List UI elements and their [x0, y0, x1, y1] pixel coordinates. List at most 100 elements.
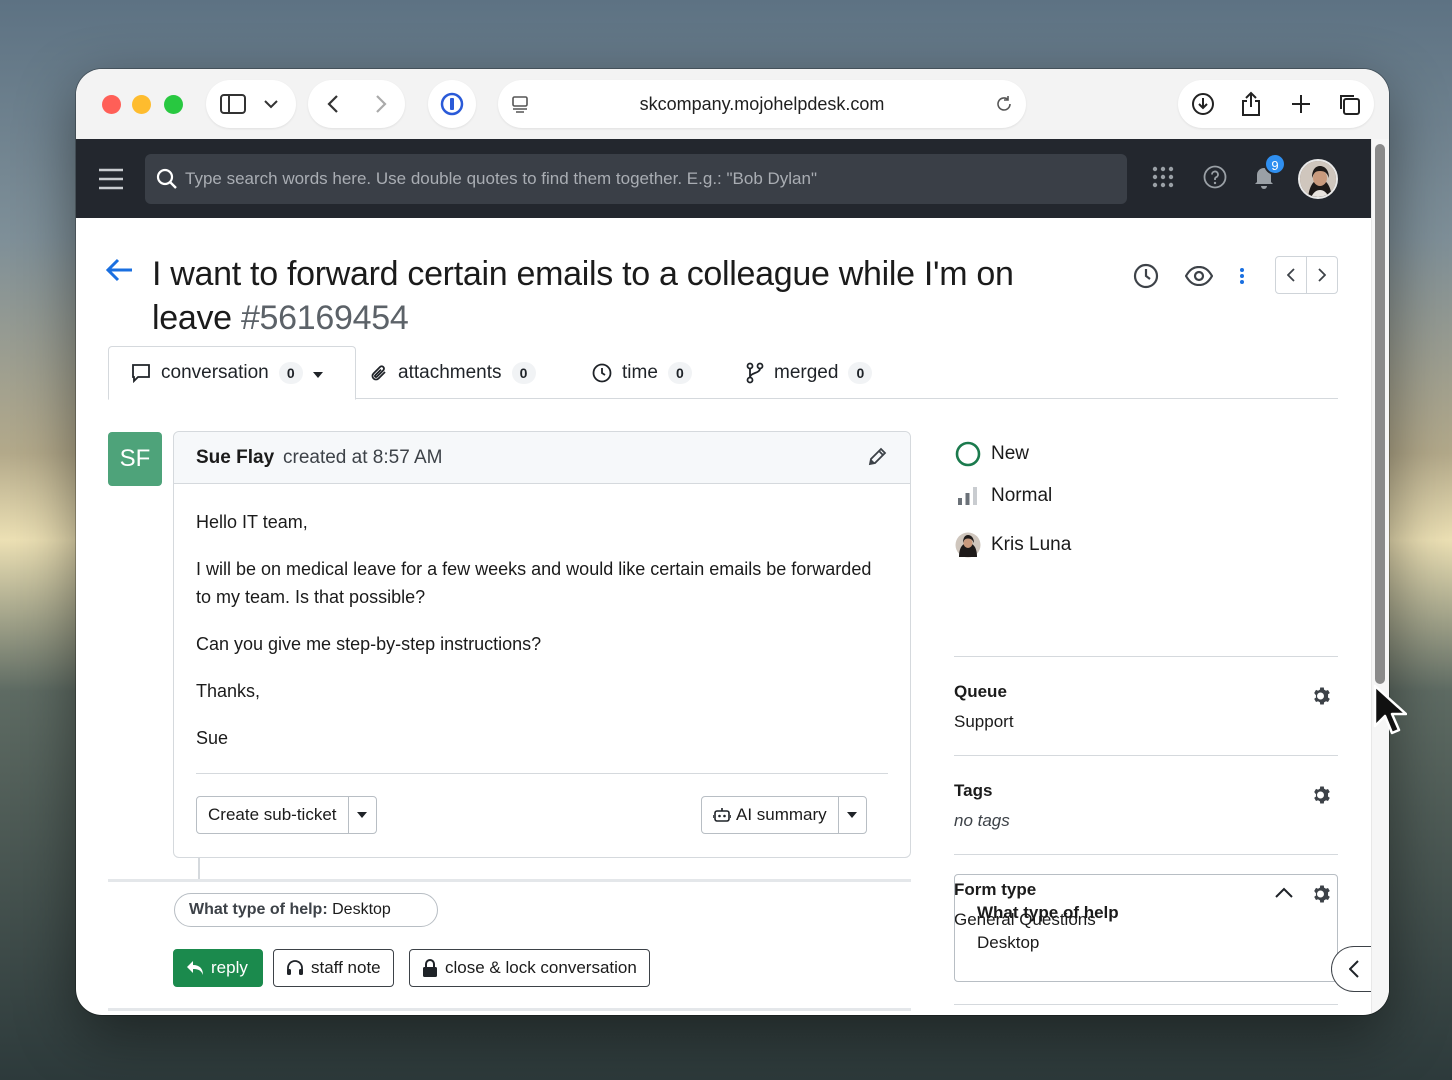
more-options-icon[interactable] — [1224, 258, 1260, 294]
ai-summary-label: AI summary — [736, 805, 827, 824]
divider — [196, 773, 888, 774]
divider — [108, 879, 911, 882]
tags-label: Tags — [954, 781, 993, 800]
tab-overview-icon[interactable] — [1336, 80, 1362, 128]
share-icon[interactable] — [1238, 80, 1264, 128]
tags-value: no tags — [954, 811, 1010, 830]
form-field-box: What type of help Desktop — [954, 874, 1338, 982]
message-line: Thanks, — [196, 681, 261, 701]
help-icon[interactable] — [1197, 159, 1233, 195]
minimize-window-button[interactable] — [132, 95, 151, 114]
queue-gear-icon[interactable] — [1312, 686, 1332, 711]
tab-count: 0 — [848, 361, 873, 384]
new-tab-icon[interactable] — [1288, 80, 1314, 128]
tab-count: 0 — [511, 361, 536, 384]
message-body: Hello IT team, I will be on medical leav… — [196, 508, 876, 771]
address-bar[interactable]: skcompany.mojohelpdesk.com — [498, 80, 1026, 128]
message-line: I will be on medical leave for a few wee… — [196, 559, 872, 607]
assignee-value: Kris Luna — [991, 534, 1072, 555]
comment-icon — [132, 364, 150, 383]
notification-count-badge: 9 — [1264, 153, 1286, 175]
status-circle-icon — [955, 441, 981, 467]
zoom-window-button[interactable] — [164, 95, 183, 114]
search-bar — [145, 154, 1127, 204]
back-icon[interactable] — [320, 80, 346, 128]
forward-icon[interactable] — [368, 80, 394, 128]
create-sub-ticket-split-button: Create sub-ticket — [196, 796, 377, 834]
scrollbar-thumb[interactable] — [1375, 144, 1385, 684]
history-nav-group — [308, 80, 405, 128]
message-header: Sue Flay created at 8:57 AM — [174, 432, 910, 484]
priority-value: Normal — [991, 485, 1053, 506]
tab-attachments[interactable]: attachments 0 — [370, 346, 536, 399]
reload-icon[interactable] — [992, 80, 1016, 128]
tab-label: merged — [774, 361, 839, 383]
status-value: New — [991, 443, 1030, 464]
divider — [954, 1004, 1338, 1005]
create-sub-ticket-button[interactable]: Create sub-ticket — [197, 797, 349, 833]
sidebar-toggle-group — [206, 80, 296, 128]
custom-field-chip: What type of help: Desktop — [174, 893, 438, 927]
edit-pencil-icon[interactable] — [868, 446, 888, 472]
reply-button[interactable]: reply — [173, 949, 263, 987]
ticket-tabs: conversation 0 attachments 0 time 0 merg… — [108, 346, 1338, 400]
browser-window: skcompany.mojohelpdesk.com Type search w… — [76, 69, 1389, 1015]
priority-selector[interactable]: Normal — [955, 485, 1052, 507]
user-avatar[interactable] — [1298, 159, 1338, 199]
hamburger-menu-icon[interactable] — [93, 161, 129, 197]
priority-bars-icon — [955, 486, 981, 506]
message-timestamp: created at 8:57 AM — [283, 447, 443, 468]
ticket-page: I want to forward certain emails to a co… — [76, 218, 1375, 1015]
divider — [108, 1008, 911, 1011]
merge-branch-icon — [746, 362, 764, 383]
collapse-sidebar-button[interactable] — [1331, 946, 1375, 992]
chip-value: Desktop — [332, 901, 391, 918]
tags-gear-icon[interactable] — [1312, 785, 1332, 810]
previous-ticket-button[interactable] — [1276, 257, 1307, 293]
caret-down-icon[interactable] — [839, 797, 866, 833]
tab-label: attachments — [398, 361, 502, 383]
queue-label: Queue — [954, 682, 1007, 701]
browser-toolbar: skcompany.mojohelpdesk.com — [76, 69, 1389, 139]
tab-label: conversation — [161, 362, 269, 383]
reply-label: reply — [211, 958, 248, 977]
divider — [954, 656, 1338, 657]
browser-actions-group — [1178, 80, 1374, 128]
chevron-down-icon[interactable] — [260, 80, 282, 128]
lock-icon — [423, 959, 437, 977]
search-icon — [156, 168, 178, 195]
thread-line — [198, 858, 200, 880]
ticket-number: #56169454 — [240, 299, 409, 337]
caret-down-icon[interactable] — [312, 362, 333, 384]
ticket-title: I want to forward certain emails to a co… — [152, 252, 1082, 340]
robot-icon — [713, 808, 731, 822]
tab-conversation[interactable]: conversation 0 — [108, 346, 356, 400]
close-lock-conversation-button[interactable]: close & lock conversation — [409, 949, 650, 987]
tab-count: 0 — [278, 362, 303, 384]
assignee-selector[interactable]: Kris Luna — [955, 532, 1071, 558]
sidebar-icon[interactable] — [218, 80, 248, 128]
history-clock-icon[interactable] — [1128, 258, 1164, 294]
paperclip-icon — [371, 364, 386, 380]
ai-summary-button[interactable]: AI summary — [702, 797, 839, 833]
search-input[interactable] — [185, 154, 1115, 204]
tab-merged[interactable]: merged 0 — [746, 346, 873, 399]
password-manager-icon[interactable] — [428, 80, 476, 128]
assignee-avatar — [955, 532, 981, 558]
watch-eye-icon[interactable] — [1181, 258, 1217, 294]
chevron-left-icon — [1348, 960, 1359, 978]
headset-icon — [287, 960, 303, 975]
url-text: skcompany.mojohelpdesk.com — [639, 94, 885, 114]
caret-down-icon[interactable] — [349, 797, 376, 833]
message-author[interactable]: Sue Flay — [196, 447, 274, 469]
download-icon[interactable] — [1190, 80, 1216, 128]
back-arrow-icon[interactable] — [105, 258, 134, 287]
close-window-button[interactable] — [102, 95, 121, 114]
close-lock-label: close & lock conversation — [445, 958, 637, 977]
apps-grid-icon[interactable] — [1145, 159, 1181, 195]
form-field-label: What type of help — [977, 903, 1119, 922]
next-ticket-button[interactable] — [1307, 257, 1337, 293]
staff-note-button[interactable]: staff note — [273, 949, 394, 987]
tab-time[interactable]: time 0 — [592, 346, 692, 399]
status-selector[interactable]: New — [955, 441, 1029, 467]
